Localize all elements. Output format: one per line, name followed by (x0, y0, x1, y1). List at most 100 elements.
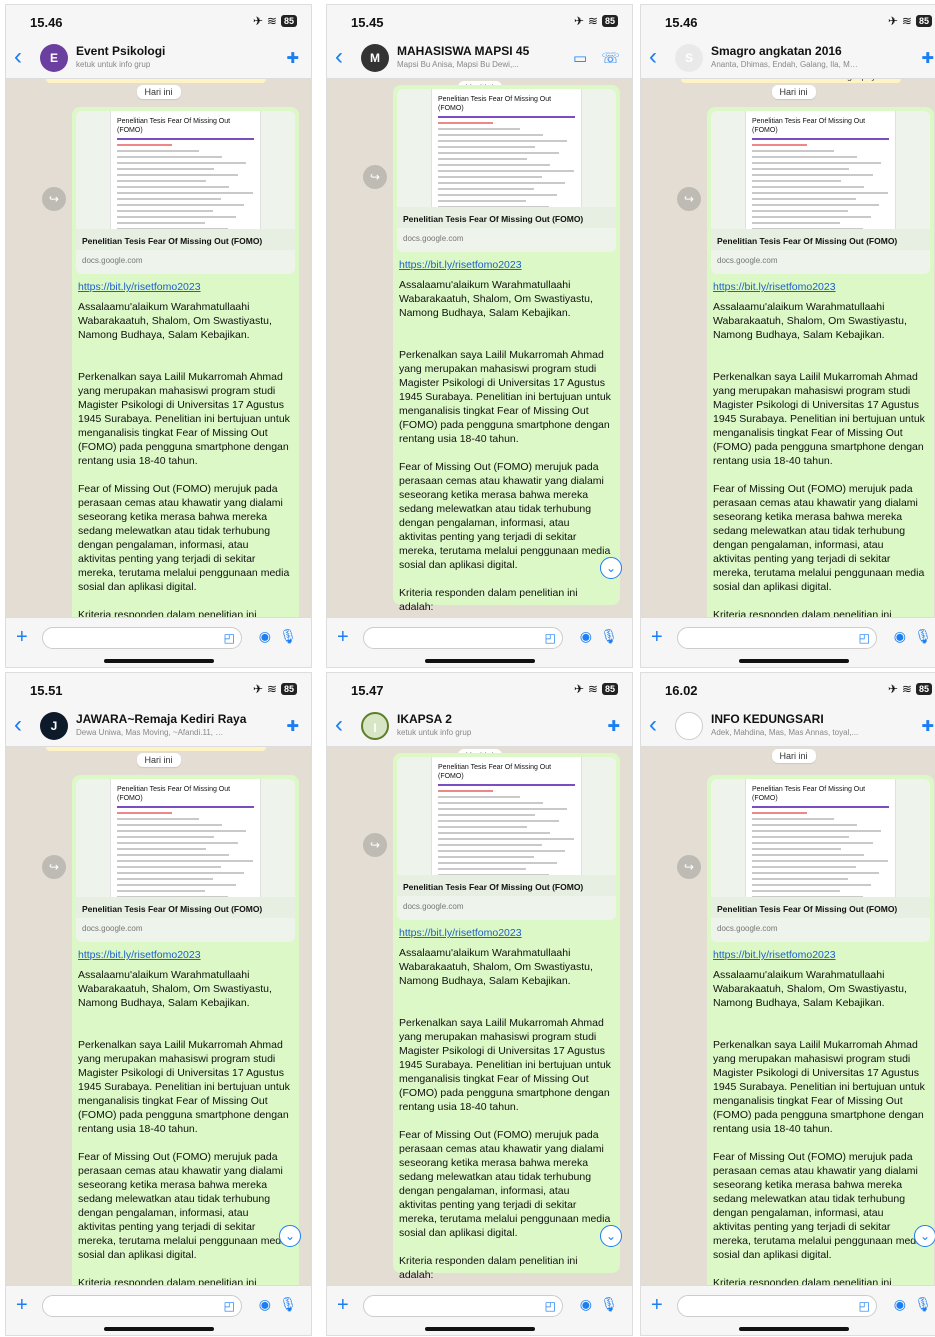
message-link[interactable]: https://bit.ly/risetfomo2023 (399, 926, 614, 940)
message-link[interactable]: https://bit.ly/risetfomo2023 (399, 258, 614, 272)
camera-icon[interactable]: ◉ (580, 1296, 592, 1313)
message-link[interactable]: https://bit.ly/risetfomo2023 (713, 948, 928, 962)
camera-icon[interactable]: ◉ (580, 628, 592, 645)
forward-icon[interactable]: ↪ (363, 165, 387, 189)
message-bubble[interactable]: Penelitian Tesis Fear Of Missing Out (FO… (393, 85, 620, 613)
message-bubble[interactable]: Penelitian Tesis Fear Of Missing Out (FO… (72, 107, 299, 619)
chat-area[interactable]: Hari ini↪Penelitian Tesis Fear Of Missin… (327, 747, 632, 1287)
sticker-icon[interactable]: ◰ (859, 631, 870, 645)
group-avatar[interactable]: I (361, 712, 389, 740)
group-avatar[interactable]: J (40, 712, 68, 740)
user-plus-icon[interactable]: ✚ (921, 49, 934, 67)
forward-icon[interactable]: ↪ (363, 833, 387, 857)
back-chevron-icon[interactable]: ‹ (335, 45, 343, 69)
link-preview[interactable]: Penelitian Tesis Fear Of Missing Out (FO… (397, 89, 616, 252)
back-chevron-icon[interactable]: ‹ (14, 45, 22, 69)
sticker-icon[interactable]: ◰ (224, 631, 235, 645)
chat-area[interactable]: +62 896-4755-5455 telah berubah. Ketuk u… (6, 79, 311, 619)
group-name[interactable]: IKAPSA 2 (397, 712, 452, 726)
microphone-icon[interactable]: 🎙 (600, 628, 618, 645)
group-subtitle[interactable]: ketuk untuk info grup (397, 728, 547, 737)
message-bubble[interactable]: Penelitian Tesis Fear Of Missing Out (FO… (707, 775, 934, 1287)
message-input[interactable]: ◰ (363, 1295, 563, 1317)
message-link[interactable]: https://bit.ly/risetfomo2023 (713, 280, 928, 294)
forward-icon[interactable]: ↪ (42, 855, 66, 879)
link-preview[interactable]: Penelitian Tesis Fear Of Missing Out (FO… (711, 779, 930, 942)
microphone-icon[interactable]: 🎙 (600, 1296, 618, 1313)
back-chevron-icon[interactable]: ‹ (649, 713, 657, 737)
group-avatar[interactable]: S (675, 44, 703, 72)
group-avatar[interactable]: M (361, 44, 389, 72)
message-input[interactable]: ◰ (677, 627, 877, 649)
user-plus-icon[interactable]: ✚ (607, 717, 620, 735)
message-bubble[interactable]: Penelitian Tesis Fear Of Missing Out (FO… (707, 107, 934, 619)
camera-icon[interactable]: ◉ (894, 628, 906, 645)
scroll-down-button[interactable]: ⌄ (600, 1225, 622, 1247)
message-paragraph: Fear of Missing Out (FOMO) merujuk pada … (399, 1129, 611, 1239)
group-subtitle[interactable]: Adek, Mahdina, Mas, Mas Annas, toyal,... (711, 728, 861, 737)
microphone-icon[interactable]: 🎙 (279, 1296, 297, 1313)
microphone-icon[interactable]: 🎙 (914, 1296, 932, 1313)
chat-area[interactable]: +62 822-3750-1230 telah berubah. Ketuk u… (6, 747, 311, 1287)
group-subtitle[interactable]: ketuk untuk info grup (76, 60, 226, 69)
group-avatar[interactable]: E (40, 44, 68, 72)
message-link[interactable]: https://bit.ly/risetfomo2023 (78, 948, 293, 962)
message-bubble[interactable]: Penelitian Tesis Fear Of Missing Out (FO… (393, 753, 620, 1281)
group-avatar[interactable]: I (675, 712, 703, 740)
scroll-down-button[interactable]: ⌄ (600, 557, 622, 579)
message-bubble[interactable]: Penelitian Tesis Fear Of Missing Out (FO… (72, 775, 299, 1287)
link-preview[interactable]: Penelitian Tesis Fear Of Missing Out (FO… (397, 757, 616, 920)
chat-area[interactable]: Hari ini↪Penelitian Tesis Fear Of Missin… (327, 79, 632, 619)
plus-icon[interactable]: + (16, 1294, 28, 1317)
group-subtitle[interactable]: Ananta, Dhimas, Endah, Galang, Ila, Mah.… (711, 60, 861, 69)
message-link[interactable]: https://bit.ly/risetfomo2023 (78, 280, 293, 294)
phone-icon[interactable]: ☏ (601, 49, 620, 67)
back-chevron-icon[interactable]: ‹ (335, 713, 343, 737)
forward-icon[interactable]: ↪ (42, 187, 66, 211)
microphone-icon[interactable]: 🎙 (914, 628, 932, 645)
preview-domain: docs.google.com (717, 924, 778, 933)
link-preview[interactable]: Penelitian Tesis Fear Of Missing Out (FO… (76, 779, 295, 942)
plus-icon[interactable]: + (337, 1294, 349, 1317)
link-preview[interactable]: Penelitian Tesis Fear Of Missing Out (FO… (711, 111, 930, 274)
group-name[interactable]: JAWARA~Remaja Kediri Raya (76, 712, 246, 726)
plus-icon[interactable]: + (16, 626, 28, 649)
sticker-icon[interactable]: ◰ (224, 1299, 235, 1313)
document-line (117, 180, 207, 182)
user-plus-icon[interactable]: ✚ (286, 49, 299, 67)
camera-icon[interactable]: ◉ (259, 628, 271, 645)
sticker-icon[interactable]: ◰ (545, 1299, 556, 1313)
sticker-icon[interactable]: ◰ (859, 1299, 870, 1313)
group-subtitle[interactable]: Mapsi Bu Anisa, Mapsi Bu Dewi,... (397, 60, 547, 69)
plus-icon[interactable]: + (651, 1294, 663, 1317)
group-name[interactable]: Smagro angkatan 2016 (711, 44, 842, 58)
message-input[interactable]: ◰ (677, 1295, 877, 1317)
forward-icon[interactable]: ↪ (677, 187, 701, 211)
camera-icon[interactable]: ◉ (894, 1296, 906, 1313)
message-input[interactable]: ◰ (42, 627, 242, 649)
group-name[interactable]: MAHASISWA MAPSI 45 (397, 44, 529, 58)
chat-area[interactable]: telah berubah. Ketuk untuk info selengka… (641, 79, 935, 619)
document-line (438, 176, 543, 178)
message-input[interactable]: ◰ (42, 1295, 242, 1317)
scroll-down-button[interactable]: ⌄ (279, 1225, 301, 1247)
document-line (438, 158, 528, 160)
user-plus-icon[interactable]: ✚ (921, 717, 934, 735)
microphone-icon[interactable]: 🎙 (279, 628, 297, 645)
plus-icon[interactable]: + (337, 626, 349, 649)
plus-icon[interactable]: + (651, 626, 663, 649)
forward-icon[interactable]: ↪ (677, 855, 701, 879)
back-chevron-icon[interactable]: ‹ (649, 45, 657, 69)
group-name[interactable]: INFO KEDUNGSARI (711, 712, 824, 726)
group-name[interactable]: Event Psikologi (76, 44, 165, 58)
scroll-down-button[interactable]: ⌄ (914, 1225, 935, 1247)
back-chevron-icon[interactable]: ‹ (14, 713, 22, 737)
group-subtitle[interactable]: Dewa Uniwa, Mas Moving, ~Afandi.11, ~A..… (76, 728, 226, 737)
video-icon[interactable]: ▭ (573, 49, 587, 67)
camera-icon[interactable]: ◉ (259, 1296, 271, 1313)
message-input[interactable]: ◰ (363, 627, 563, 649)
sticker-icon[interactable]: ◰ (545, 631, 556, 645)
chat-area[interactable]: Hari ini↪Penelitian Tesis Fear Of Missin… (641, 747, 935, 1287)
link-preview[interactable]: Penelitian Tesis Fear Of Missing Out (FO… (76, 111, 295, 274)
user-plus-icon[interactable]: ✚ (286, 717, 299, 735)
